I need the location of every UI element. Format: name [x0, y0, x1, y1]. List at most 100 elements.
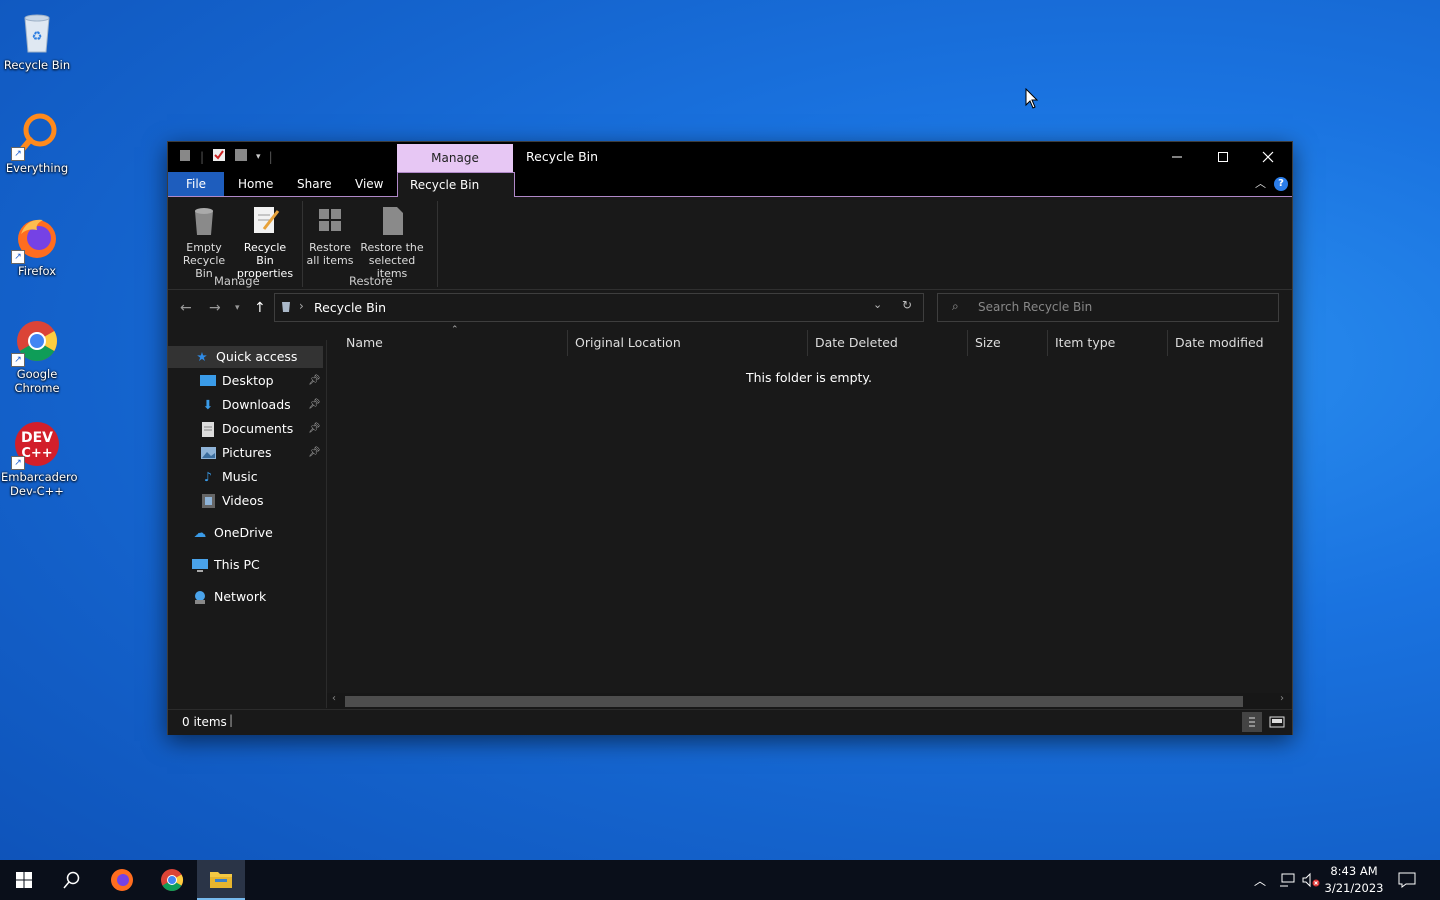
nav-documents[interactable]: Documents	[200, 418, 293, 440]
large-icons-view-icon[interactable]	[1267, 712, 1287, 732]
scroll-left-icon[interactable]: ‹	[332, 693, 336, 704]
window-title: Recycle Bin	[526, 149, 599, 164]
nav-downloads[interactable]: ⬇ Downloads	[200, 394, 291, 416]
tab-file[interactable]: File	[168, 172, 224, 196]
nav-quick-access[interactable]: ★ Quick access	[168, 346, 323, 368]
recycle-bin-properties-button[interactable]: Recycle Bin properties	[235, 203, 295, 280]
desktop-icon-label: Firefox	[17, 264, 57, 278]
taskbar-clock[interactable]: 8:43 AM 3/21/2023	[1320, 863, 1388, 897]
column-header-date-deleted[interactable]: Date Deleted	[815, 335, 898, 350]
nav-network[interactable]: Network	[192, 586, 266, 608]
document-icon	[200, 421, 216, 437]
minimize-button[interactable]	[1154, 142, 1200, 172]
tab-recycle-bin-tools[interactable]: Recycle Bin Tools	[397, 172, 515, 216]
start-button[interactable]	[0, 860, 48, 900]
desktop-icon-dev-cpp[interactable]: DEV C++ ↗ Embarcadero Dev-C++	[0, 414, 78, 498]
column-header-item-type[interactable]: Item type	[1055, 335, 1115, 350]
column-header-size[interactable]: Size	[975, 335, 1001, 350]
close-button[interactable]	[1245, 142, 1291, 172]
address-bar[interactable]: › Recycle Bin ⌄ ↻	[274, 293, 924, 322]
ribbon-group-restore: Restore	[349, 274, 393, 288]
restore-selected-items-button[interactable]: Restore the selected items	[355, 203, 429, 280]
collapse-ribbon-icon[interactable]: ︿	[1255, 175, 1266, 191]
column-header-original-location[interactable]: Original Location	[575, 335, 681, 350]
breadcrumb-chevron-icon: ›	[299, 299, 304, 313]
details-view-icon[interactable]	[1242, 712, 1262, 732]
column-header-name[interactable]: Name	[346, 335, 383, 350]
column-separator[interactable]	[1167, 330, 1168, 356]
restore-all-items-button[interactable]: Restore all items	[305, 203, 355, 267]
back-arrow-icon[interactable]: ←	[180, 300, 192, 316]
desktop-folder-icon	[200, 373, 216, 389]
quick-access-toolbar: | ▾ |	[178, 148, 273, 165]
empty-recycle-bin-button[interactable]: Empty Recycle Bin	[174, 203, 234, 280]
nav-label: Downloads	[222, 397, 291, 412]
firefox-icon: ↗	[11, 214, 61, 264]
desktop-icon-recycle-bin[interactable]: ♻ Recycle Bin	[0, 2, 74, 72]
recent-locations-dropdown-icon[interactable]: ▾	[235, 303, 240, 313]
ribbon-tab-bar: File Home Share View Recycle Bin Tools ︿…	[168, 172, 1292, 216]
explorer-window: | ▾ | Manage Recycle Bin File Home Share…	[167, 141, 1293, 735]
search-box[interactable]: ⌕ Search Recycle Bin	[937, 293, 1279, 322]
action-center-button[interactable]	[1398, 860, 1416, 900]
refresh-icon[interactable]: ↻	[902, 298, 912, 312]
show-hidden-icons-button[interactable]: ︿	[1254, 860, 1266, 900]
pin-icon: 📌︎	[308, 423, 321, 434]
desktop-icon-firefox[interactable]: ↗ Firefox	[0, 208, 74, 278]
column-header-date-modified[interactable]: Date modified	[1175, 335, 1264, 350]
desktop-icon-google-chrome[interactable]: ↗ Google Chrome	[0, 311, 74, 395]
download-arrow-icon: ⬇	[202, 397, 214, 412]
tab-share[interactable]: Share	[285, 172, 344, 196]
column-separator[interactable]	[807, 330, 808, 356]
nav-label: Desktop	[222, 373, 274, 388]
taskbar-file-explorer[interactable]	[197, 860, 245, 900]
nav-label: Documents	[222, 421, 294, 436]
tab-home[interactable]: Home	[226, 172, 285, 196]
desktop-icon-label: Embarcadero Dev-C++	[1, 470, 78, 498]
taskbar-chrome[interactable]	[148, 860, 196, 900]
taskbar-search-button[interactable]	[48, 860, 96, 900]
up-arrow-icon[interactable]: ↑	[254, 300, 266, 316]
tab-view[interactable]: View	[343, 172, 395, 196]
nav-desktop[interactable]: Desktop	[200, 370, 274, 392]
nav-videos[interactable]: Videos	[200, 490, 264, 512]
nav-music[interactable]: ♪ Music	[200, 466, 258, 488]
column-separator[interactable]	[1047, 330, 1048, 356]
notification-icon	[1398, 872, 1416, 888]
taskbar-firefox[interactable]	[98, 860, 146, 900]
horizontal-scrollbar[interactable]: ‹ ›	[327, 693, 1291, 709]
empty-folder-message: This folder is empty.	[745, 370, 873, 385]
recycle-bin-small-icon	[178, 148, 192, 165]
folder-icon	[210, 872, 232, 888]
nav-onedrive[interactable]: ☁ OneDrive	[192, 522, 273, 544]
mouse-cursor-icon	[1025, 87, 1039, 113]
nav-this-pc[interactable]: This PC	[192, 554, 260, 576]
nav-label: Music	[222, 469, 258, 484]
properties-qat-icon[interactable]	[212, 148, 226, 165]
search-icon	[63, 871, 80, 889]
scroll-right-icon[interactable]: ›	[1280, 693, 1284, 704]
new-folder-qat-icon[interactable]	[234, 148, 248, 165]
help-icon[interactable]: ?	[1274, 177, 1288, 191]
desktop-icon-everything[interactable]: ↗ Everything	[0, 105, 74, 175]
column-separator[interactable]	[567, 330, 568, 356]
firefox-icon	[111, 869, 133, 891]
volume-tray-icon[interactable]	[1301, 860, 1321, 900]
restore-selected-icon	[377, 203, 407, 237]
column-separator[interactable]	[967, 330, 968, 356]
customize-qat-dropdown-icon[interactable]: ▾	[256, 152, 261, 162]
nav-pictures[interactable]: Pictures	[200, 442, 272, 464]
pictures-icon	[200, 445, 216, 461]
pin-icon: 📌︎	[308, 399, 321, 410]
shortcut-arrow-icon: ↗	[11, 250, 25, 264]
address-dropdown-icon[interactable]: ⌄	[873, 298, 882, 311]
pin-icon: 📌︎	[308, 447, 321, 458]
tab-manage-context[interactable]: Manage	[397, 144, 513, 172]
desktop-icon-label: Recycle Bin	[3, 58, 71, 72]
clock-date: 3/21/2023	[1324, 881, 1384, 895]
forward-arrow-icon[interactable]: →	[209, 300, 221, 316]
network-tray-icon[interactable]	[1278, 860, 1296, 900]
file-list: ⌃ Name Original Location Date Deleted Si…	[327, 325, 1291, 708]
scrollbar-thumb[interactable]	[345, 696, 1243, 707]
maximize-button[interactable]	[1200, 142, 1246, 172]
